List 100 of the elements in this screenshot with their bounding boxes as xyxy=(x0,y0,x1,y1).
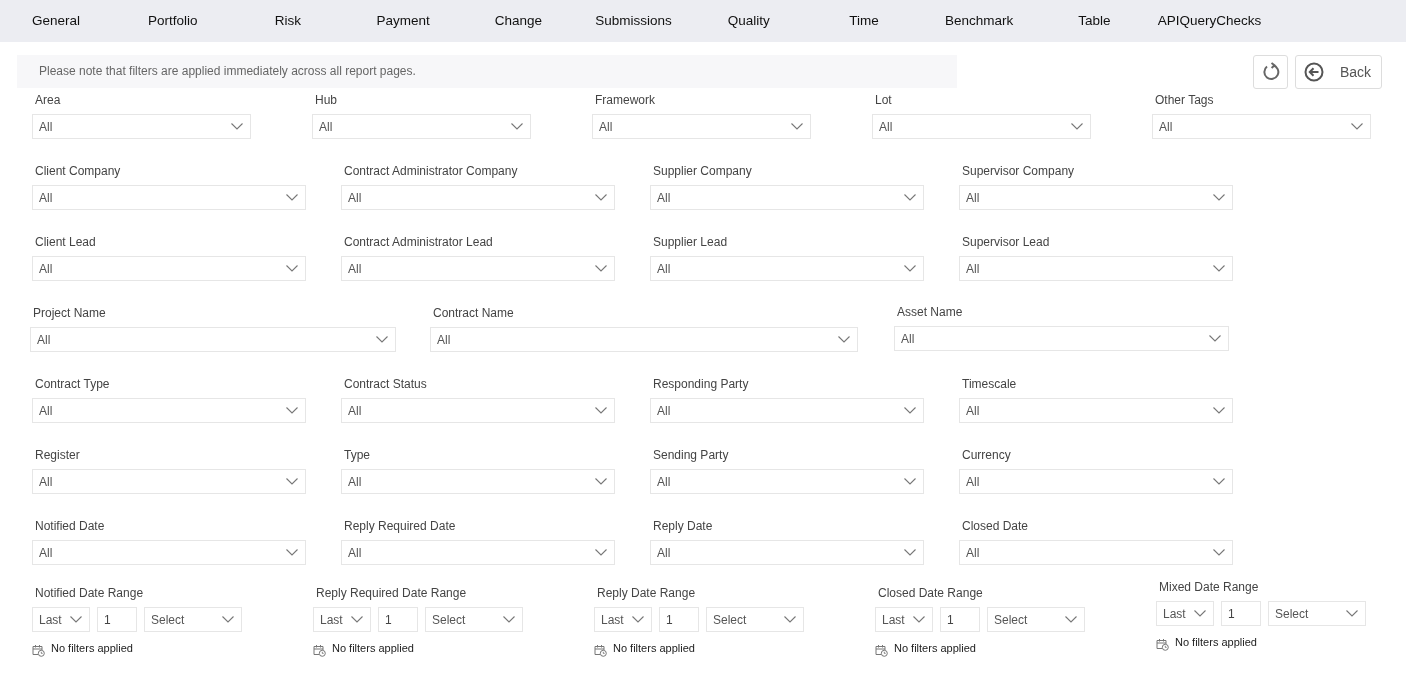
chevron-icon xyxy=(791,123,803,130)
number-input[interactable]: 1 xyxy=(940,607,980,632)
filter-label: Contract Status xyxy=(343,377,428,392)
filter-label: Lot xyxy=(874,93,893,108)
dropdown[interactable]: All xyxy=(1152,114,1371,139)
filter-label: Supervisor Company xyxy=(961,164,1076,179)
dropdown[interactable]: All xyxy=(959,185,1233,210)
filter-label: Contract Name xyxy=(432,306,515,321)
tab[interactable]: APIQueryChecks xyxy=(1151,0,1268,42)
dropdown[interactable]: All xyxy=(650,469,924,494)
tab[interactable]: Change xyxy=(460,0,576,42)
dropdown[interactable]: All xyxy=(341,469,615,494)
chevron-icon xyxy=(231,123,243,130)
dropdown[interactable]: All xyxy=(312,114,531,139)
dropdown[interactable]: All xyxy=(650,398,924,423)
calendar-clock-icon xyxy=(313,644,326,657)
filter-label: Reply Date Range xyxy=(596,586,697,601)
dropdown[interactable]: All xyxy=(959,540,1233,565)
dropdown[interactable]: All xyxy=(32,398,306,423)
tab[interactable]: Time xyxy=(806,0,922,42)
filter-label: Area xyxy=(34,93,62,108)
dropdown[interactable]: All xyxy=(341,185,615,210)
filter-label: Closed Date Range xyxy=(877,586,984,601)
filter-status: No filters applied xyxy=(1175,636,1257,648)
dropdown[interactable]: Last xyxy=(594,607,652,632)
filter-label: Supplier Lead xyxy=(652,235,729,250)
tab[interactable]: Benchmark xyxy=(921,0,1037,42)
refresh-button[interactable] xyxy=(1253,55,1288,89)
dropdown[interactable]: Last xyxy=(875,607,933,632)
dropdown[interactable]: All xyxy=(959,469,1233,494)
tab[interactable]: Table xyxy=(1036,0,1152,42)
chevron-icon xyxy=(904,194,916,201)
chevron-icon xyxy=(1213,478,1225,485)
tab[interactable]: Portfolio xyxy=(115,0,231,42)
chevron-icon xyxy=(1213,407,1225,414)
dropdown[interactable]: Select xyxy=(144,607,242,632)
dropdown[interactable]: All xyxy=(650,185,924,210)
filter-label: Framework xyxy=(594,93,656,108)
dropdown[interactable]: All xyxy=(341,540,615,565)
dropdown[interactable]: Select xyxy=(425,607,523,632)
filter-label: Notified Date xyxy=(34,519,106,534)
chevron-icon xyxy=(286,265,298,272)
chevron-icon xyxy=(70,616,82,623)
chevron-icon xyxy=(595,265,607,272)
chevron-icon xyxy=(913,616,925,623)
dropdown[interactable]: All xyxy=(30,327,396,352)
back-button[interactable]: Back xyxy=(1295,55,1382,89)
number-input[interactable]: 1 xyxy=(1221,601,1261,626)
chevron-icon xyxy=(784,616,796,623)
dropdown[interactable]: All xyxy=(32,256,306,281)
filter-label: Reply Date xyxy=(652,519,714,534)
chevron-icon xyxy=(595,478,607,485)
tab[interactable]: General xyxy=(0,0,116,42)
filter-label: Supervisor Lead xyxy=(961,235,1051,250)
filter-status: No filters applied xyxy=(894,642,976,654)
number-input[interactable]: 1 xyxy=(659,607,699,632)
filter-status: No filters applied xyxy=(332,642,414,654)
tab[interactable]: Quality xyxy=(691,0,807,42)
dropdown[interactable]: Select xyxy=(706,607,804,632)
chevron-icon xyxy=(595,549,607,556)
dropdown[interactable]: Last xyxy=(32,607,90,632)
number-input[interactable]: 1 xyxy=(97,607,137,632)
filter-label: Other Tags xyxy=(1154,93,1215,108)
dropdown[interactable]: All xyxy=(32,469,306,494)
tab[interactable]: Risk xyxy=(230,0,346,42)
filter-label: Supplier Company xyxy=(652,164,753,179)
tab[interactable]: Submissions xyxy=(575,0,692,42)
dropdown[interactable]: All xyxy=(650,256,924,281)
number-input[interactable]: 1 xyxy=(378,607,418,632)
chevron-icon xyxy=(838,336,850,343)
dropdown[interactable]: All xyxy=(959,256,1233,281)
refresh-icon xyxy=(1260,62,1281,82)
dropdown[interactable]: All xyxy=(32,185,306,210)
dropdown[interactable]: All xyxy=(650,540,924,565)
dropdown[interactable]: Select xyxy=(987,607,1085,632)
dropdown[interactable]: All xyxy=(894,326,1229,351)
tab[interactable]: Payment xyxy=(345,0,461,42)
chevron-icon xyxy=(1351,123,1363,130)
dropdown[interactable]: All xyxy=(341,256,615,281)
chevron-icon xyxy=(286,407,298,414)
chevron-icon xyxy=(1213,265,1225,272)
filter-label: Project Name xyxy=(32,306,107,321)
dropdown[interactable]: Select xyxy=(1268,601,1366,626)
dropdown[interactable]: All xyxy=(430,327,858,352)
dropdown[interactable]: All xyxy=(341,398,615,423)
chevron-icon xyxy=(904,549,916,556)
filter-label: Hub xyxy=(314,93,338,108)
filter-label: Contract Administrator Company xyxy=(343,164,519,179)
dropdown[interactable]: All xyxy=(32,114,251,139)
filter-label: Register xyxy=(34,448,81,463)
dropdown[interactable]: All xyxy=(872,114,1091,139)
filter-label: Closed Date xyxy=(961,519,1030,534)
dropdown[interactable]: Last xyxy=(1156,601,1214,626)
filter-label: Contract Type xyxy=(34,377,111,392)
filter-status: No filters applied xyxy=(613,642,695,654)
dropdown[interactable]: All xyxy=(959,398,1233,423)
dropdown[interactable]: Last xyxy=(313,607,371,632)
filter-label: Contract Administrator Lead xyxy=(343,235,494,250)
dropdown[interactable]: All xyxy=(592,114,811,139)
dropdown[interactable]: All xyxy=(32,540,306,565)
